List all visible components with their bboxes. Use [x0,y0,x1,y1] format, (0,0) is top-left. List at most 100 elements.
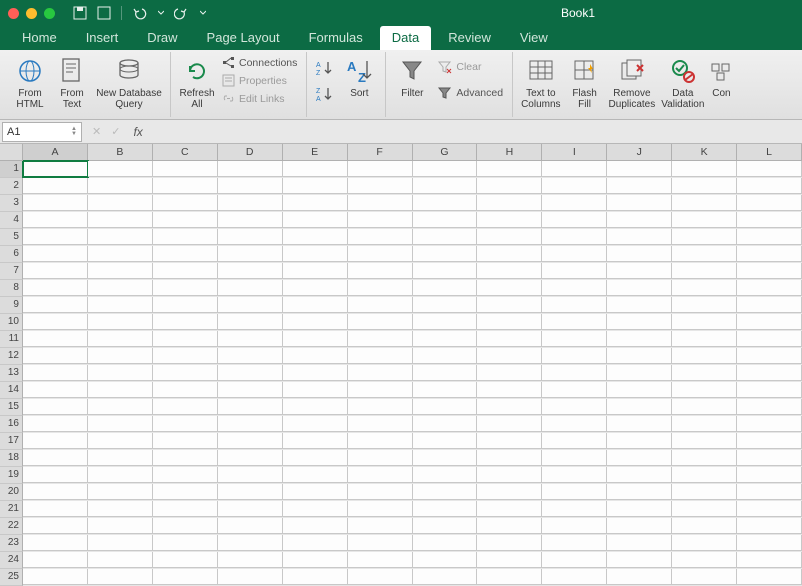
cell[interactable] [23,280,88,296]
cell[interactable] [88,450,153,466]
cell[interactable] [283,365,348,381]
cell[interactable] [737,297,802,313]
cell[interactable] [413,399,478,415]
name-box-stepper-icon[interactable]: ▲▼ [71,127,77,137]
cell[interactable] [23,382,88,398]
cell[interactable] [88,535,153,551]
cell[interactable] [607,552,672,568]
cell[interactable] [737,433,802,449]
cell[interactable] [542,280,607,296]
cell[interactable] [88,433,153,449]
formula-input[interactable] [153,122,802,142]
cell[interactable] [477,263,542,279]
cell[interactable] [672,433,737,449]
cell[interactable] [542,348,607,364]
cell[interactable] [413,297,478,313]
cell[interactable] [737,161,802,177]
row-header[interactable]: 20 [0,484,23,501]
cell[interactable] [477,280,542,296]
cell[interactable] [88,501,153,517]
cell[interactable] [218,314,283,330]
cell[interactable] [477,569,542,585]
row-header[interactable]: 16 [0,416,23,433]
cell[interactable] [672,212,737,228]
filter-button[interactable]: Filter [392,54,432,101]
cell[interactable] [218,161,283,177]
cell[interactable] [348,416,413,432]
cell[interactable] [153,195,218,211]
cell[interactable] [348,569,413,585]
cell[interactable] [737,382,802,398]
cell[interactable] [88,331,153,347]
cell[interactable] [542,501,607,517]
save-as-icon[interactable] [97,6,111,20]
cell[interactable] [153,161,218,177]
cell[interactable] [672,195,737,211]
cell[interactable] [413,382,478,398]
cell[interactable] [477,297,542,313]
enter-formula-icon[interactable]: ✓ [111,125,120,138]
cell[interactable] [218,382,283,398]
column-header[interactable]: K [672,144,737,161]
cell[interactable] [23,467,88,483]
cell[interactable] [477,399,542,415]
cell[interactable] [672,331,737,347]
cell[interactable] [218,569,283,585]
cell[interactable] [737,246,802,262]
cell[interactable] [23,552,88,568]
cell[interactable] [413,263,478,279]
cell[interactable] [348,399,413,415]
cell[interactable] [23,178,88,194]
cell[interactable] [88,348,153,364]
cell[interactable] [23,416,88,432]
cell[interactable] [542,314,607,330]
cell[interactable] [153,467,218,483]
cell[interactable] [672,416,737,432]
column-header[interactable]: B [88,144,153,161]
cell[interactable] [88,280,153,296]
connections-button[interactable]: Connections [219,54,300,71]
cell[interactable] [283,212,348,228]
cell[interactable] [672,569,737,585]
fx-icon[interactable]: fx [133,125,142,139]
cell[interactable] [153,263,218,279]
cell[interactable] [348,501,413,517]
cell[interactable] [153,535,218,551]
cell[interactable] [413,314,478,330]
column-header[interactable]: H [477,144,542,161]
cell[interactable] [88,263,153,279]
cell[interactable] [88,484,153,500]
cell[interactable] [672,535,737,551]
advanced-filter-button[interactable]: Advanced [434,84,506,102]
cell[interactable] [218,348,283,364]
cell[interactable] [413,246,478,262]
cell[interactable] [542,331,607,347]
cell[interactable] [153,331,218,347]
cell[interactable] [348,450,413,466]
cell[interactable] [218,501,283,517]
cell[interactable] [737,314,802,330]
cell[interactable] [737,195,802,211]
cell[interactable] [218,535,283,551]
cell[interactable] [153,212,218,228]
cell[interactable] [348,246,413,262]
cell[interactable] [672,484,737,500]
cell[interactable] [737,484,802,500]
cell[interactable] [153,348,218,364]
cell[interactable] [413,433,478,449]
cell[interactable] [153,416,218,432]
cell[interactable] [737,501,802,517]
cell[interactable] [477,416,542,432]
cell[interactable] [607,382,672,398]
cell[interactable] [218,450,283,466]
cell[interactable] [218,263,283,279]
cancel-formula-icon[interactable]: ✕ [92,125,101,138]
cell[interactable] [218,552,283,568]
cell[interactable] [283,331,348,347]
cell[interactable] [348,229,413,245]
row-header[interactable]: 1 [0,161,23,178]
cell[interactable] [23,518,88,534]
cell[interactable] [218,365,283,381]
cell[interactable] [607,501,672,517]
from-html-button[interactable]: From HTML [10,54,50,112]
